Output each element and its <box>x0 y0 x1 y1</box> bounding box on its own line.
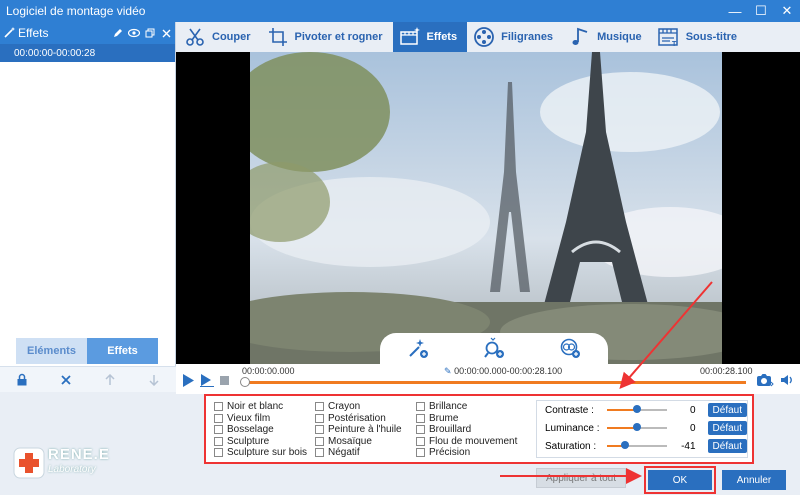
music-icon <box>569 26 591 48</box>
play-segment-icon[interactable] <box>200 374 214 390</box>
left-toolbar <box>0 366 176 392</box>
timeline-end: 00:00:28.100 <box>700 366 753 376</box>
tab-cut[interactable]: Couper <box>178 22 261 52</box>
close-button[interactable]: ✕ <box>774 0 800 22</box>
add-effect-icon[interactable] <box>407 337 429 362</box>
clip-item[interactable]: 00:00:00-00:00:28 <box>0 44 175 62</box>
brand-subtitle: Laboratory <box>48 464 96 475</box>
move-down-icon[interactable] <box>146 372 162 388</box>
timeline: 00:00:00.000 ✎ 00:00:00.000-00:00:28.100… <box>176 364 800 394</box>
maximize-button[interactable]: ☐ <box>748 0 774 22</box>
tab-effects[interactable]: Effets <box>392 22 468 52</box>
video-frame <box>250 52 722 364</box>
add-filter-icon[interactable] <box>559 337 581 362</box>
tab-subtitles-label: Sous-titre <box>685 31 738 43</box>
left-tabs: Eléments Effets <box>16 338 158 364</box>
editor-tabs: Couper Pivoter et rogner Effets Filigran… <box>178 22 800 52</box>
timeline-track[interactable] <box>244 381 746 384</box>
tab-cut-label: Couper <box>212 31 251 43</box>
volume-icon[interactable] <box>780 374 794 389</box>
minimize-button[interactable]: — <box>722 0 748 22</box>
add-zoom-icon[interactable] <box>483 337 505 362</box>
effects-icon <box>399 26 421 48</box>
tab-music[interactable]: Musique <box>563 22 652 52</box>
wand-icon <box>4 26 16 41</box>
camera-icon[interactable] <box>756 373 774 390</box>
tab-subtitles[interactable]: T Sous-titre <box>652 22 747 52</box>
tab-music-label: Musique <box>597 31 642 43</box>
crop-icon <box>267 26 289 48</box>
effects-panel-title: Effets <box>18 26 49 40</box>
timeline-start: 00:00:00.000 <box>242 366 295 376</box>
svg-text:T: T <box>672 41 677 48</box>
dialog-footer: RENE.E Laboratory Appliquer à tout OK An… <box>0 394 800 495</box>
title-bar: Logiciel de montage vidéo — ☐ ✕ <box>0 0 800 22</box>
effects-panel-header: Effets <box>0 22 175 44</box>
play-icon[interactable] <box>182 374 194 390</box>
edit-icon[interactable] <box>111 26 125 40</box>
apply-to-all-button[interactable]: Appliquer à tout <box>536 468 626 488</box>
eye-icon[interactable] <box>127 26 141 40</box>
effect-tool-shelf <box>380 333 608 365</box>
brand-name: RENE.E <box>48 446 110 463</box>
timeline-range-text: 00:00:00.000-00:00:28.100 <box>454 366 563 376</box>
delete-icon[interactable] <box>58 372 74 388</box>
pencil-icon: ✎ <box>444 366 452 376</box>
tab-effects-list[interactable]: Effets <box>87 338 158 364</box>
tab-effects-label: Effets <box>426 31 458 43</box>
window-title: Logiciel de montage vidéo <box>6 4 146 18</box>
video-preview <box>176 52 800 364</box>
tab-watermarks[interactable]: Filigranes <box>467 22 563 52</box>
tab-rotate-crop[interactable]: Pivoter et rogner <box>261 22 393 52</box>
tab-rotate-crop-label: Pivoter et rogner <box>294 31 383 43</box>
cut-icon <box>184 26 206 48</box>
move-up-icon[interactable] <box>102 372 118 388</box>
cancel-button[interactable]: Annuler <box>722 470 786 490</box>
left-panel: Effets 00:00:00-00:00:28 Eléments Effets <box>0 22 176 392</box>
ok-button[interactable]: OK <box>644 466 716 494</box>
lock-icon[interactable] <box>14 372 30 388</box>
tab-elements[interactable]: Eléments <box>16 338 87 364</box>
tab-watermarks-label: Filigranes <box>501 31 554 43</box>
copy-icon[interactable] <box>143 26 157 40</box>
film-icon <box>473 26 495 48</box>
stop-icon[interactable] <box>220 376 229 388</box>
subtitle-icon: T <box>657 26 680 48</box>
close-icon[interactable] <box>159 26 173 40</box>
timeline-range: ✎ 00:00:00.000-00:00:28.100 <box>444 366 562 377</box>
timeline-playhead[interactable] <box>240 377 250 387</box>
